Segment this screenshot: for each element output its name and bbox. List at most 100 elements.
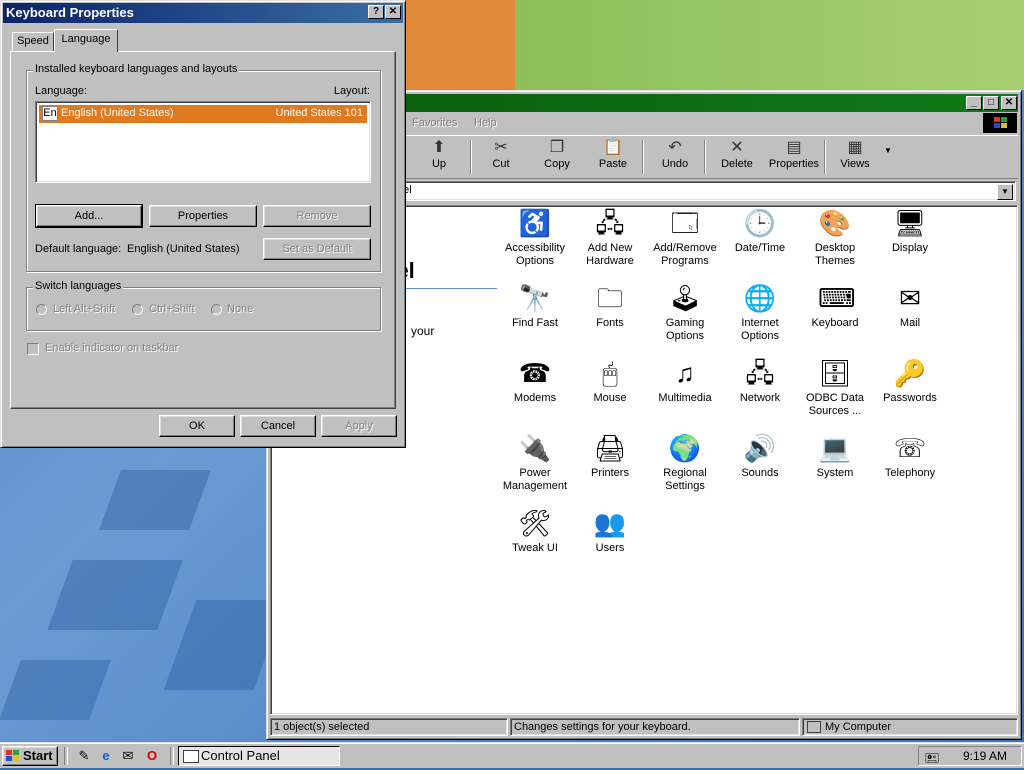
up-folder-icon: ⬆ (432, 139, 446, 156)
item-label: Keyboard (811, 317, 859, 329)
control-panel-item-internet[interactable]: 🌐 Internet Options (722, 281, 798, 343)
item-label: Multimedia (658, 392, 712, 404)
start-button[interactable]: Start (2, 746, 58, 766)
item-label: Mail (899, 317, 921, 329)
control-panel-item-mail[interactable]: ✉ Mail (872, 281, 948, 330)
set-as-default-button[interactable]: Set as Default (263, 238, 371, 260)
tab-speed[interactable]: Speed (12, 32, 54, 51)
copy-icon: ❐ (549, 139, 565, 156)
control-panel-item-network[interactable]: 🖧 Network (722, 356, 798, 405)
item-label: Options (741, 330, 779, 342)
dialog-close-button[interactable]: ✕ (385, 5, 401, 19)
toolbar-views-button[interactable]: ▦ Views (830, 138, 880, 170)
toolbar-paste-button[interactable]: 📋 Paste (588, 138, 638, 170)
ok-button[interactable]: OK (159, 415, 235, 437)
toolbar-label: Delete (721, 158, 753, 170)
list-item[interactable]: En English (United States) United States… (39, 105, 367, 123)
maximize-button[interactable]: □ (983, 96, 999, 110)
control-panel-item-gaming[interactable]: 🕹 Gaming Options (647, 281, 723, 343)
control-panel-item-add-remove[interactable]: 🗔 Add/Remove Programs (647, 206, 723, 268)
toolbar-cut-button[interactable]: ✂ Cut (476, 138, 526, 170)
display-icon: 🖥 (893, 208, 927, 238)
control-panel-item-mouse[interactable]: 🖱 Mouse (572, 356, 648, 405)
control-panel-item-multimedia[interactable]: ♫ Multimedia (647, 356, 723, 405)
item-label: Regional (663, 467, 707, 479)
toolbar-copy-button[interactable]: ❐ Copy (532, 138, 582, 170)
clock[interactable]: 9:19 AM (963, 749, 1007, 763)
control-panel-item-printers[interactable]: 🖨 Printers (572, 431, 648, 480)
outlook-express-icon[interactable]: ✉ (120, 748, 136, 764)
binoculars-icon: 🔭 (518, 283, 552, 313)
taskbar-separator (170, 747, 174, 765)
opera-icon[interactable]: O (144, 748, 160, 764)
control-panel-item-tweak-ui[interactable]: 🛠 Tweak UI (497, 506, 573, 555)
toolbar-up-button[interactable]: ⬆ Up (414, 138, 464, 170)
help-button[interactable]: ? (368, 5, 384, 19)
language-column-header: Language: (35, 85, 87, 97)
users-icon: 👥 (593, 508, 627, 538)
taskbar-control-panel-button[interactable]: Control Panel (178, 746, 340, 766)
internet-explorer-icon[interactable]: e (98, 748, 114, 764)
menu-favorites[interactable]: Favorites (412, 117, 457, 129)
apply-button[interactable]: Apply (321, 415, 397, 437)
item-label: Add New (587, 242, 633, 254)
list-item-language: English (United States) (61, 107, 174, 119)
cancel-button[interactable]: Cancel (240, 415, 316, 437)
toolbar-properties-button[interactable]: ▤ Properties (764, 138, 824, 170)
control-panel-item-users[interactable]: 👥 Users (572, 506, 648, 555)
radio-none-label: None (227, 303, 254, 315)
control-panel-item-sounds[interactable]: 🔊 Sounds (722, 431, 798, 480)
enable-indicator-checkbox[interactable] (27, 343, 39, 355)
item-label: Hardware (586, 255, 634, 267)
scissors-icon: ✂ (494, 139, 508, 156)
toolbar-label: Paste (598, 158, 628, 170)
control-panel-item-add-new[interactable]: 🖧 Add New Hardware (572, 206, 648, 268)
minimize-button[interactable]: _ (966, 96, 982, 110)
menu-help[interactable]: Help (474, 117, 497, 129)
toolbar-delete-button[interactable]: ✕ Delete (712, 138, 762, 170)
control-panel-item-regional[interactable]: 🌍 Regional Settings (647, 431, 723, 493)
telephone-icon: ☏ (893, 433, 927, 463)
control-panel-item-date-time[interactable]: 🕒 Date/Time (722, 206, 798, 255)
layout-column-header: Layout: (333, 85, 370, 97)
dialog-title: Keyboard Properties (6, 5, 134, 20)
volume-tray-icon[interactable]: 🖭 (925, 749, 939, 770)
remove-button[interactable]: Remove (263, 205, 371, 227)
item-label: Add/Remove (653, 242, 717, 254)
control-panel-item-keyboard[interactable]: ⌨ Keyboard (797, 281, 873, 330)
control-panel-item-telephony[interactable]: ☏ Telephony (872, 431, 948, 480)
control-panel-item-desktop[interactable]: 🎨 Desktop Themes (797, 206, 873, 268)
show-desktop-icon[interactable]: ✎ (76, 748, 92, 764)
add-button[interactable]: Add... (35, 204, 143, 228)
control-panel-item-odbc-data[interactable]: 🗄 ODBC Data Sources ... (797, 356, 873, 418)
languages-listbox[interactable]: En English (United States) United States… (35, 101, 371, 183)
control-panel-item-passwords[interactable]: 🔑 Passwords (872, 356, 948, 405)
globe-icon: 🌐 (743, 283, 777, 313)
control-panel-item-find-fast[interactable]: 🔭 Find Fast (497, 281, 573, 330)
toolbar-label: Up (431, 158, 447, 170)
keys-icon: 🔑 (893, 358, 927, 388)
windows-logo-icon (983, 113, 1017, 133)
control-panel-item-display[interactable]: 🖥 Display (872, 206, 948, 255)
control-panel-item-system[interactable]: 💻 System (797, 431, 873, 480)
control-panel-item-power[interactable]: 🔌 Power Management (497, 431, 573, 493)
keyboard-properties-dialog: Keyboard Properties ? ✕ Speed Language I… (0, 0, 406, 448)
control-panel-item-fonts[interactable]: 🗀 Fonts (572, 281, 648, 330)
properties-icon: ▤ (786, 139, 802, 156)
toolbar-label: Undo (661, 158, 689, 170)
close-button[interactable]: ✕ (1001, 96, 1017, 110)
address-dropdown-button[interactable]: ▼ (997, 184, 1013, 200)
properties-button[interactable]: Properties (149, 205, 257, 227)
views-dropdown-icon[interactable]: ▼ (884, 146, 892, 155)
control-panel-item-accessibility[interactable]: ♿ Accessibility Options (497, 206, 573, 268)
control-panel-item-modems[interactable]: ☎ Modems (497, 356, 573, 405)
tab-language[interactable]: Language (54, 29, 118, 52)
radio-left-alt-shift[interactable] (36, 304, 47, 315)
odbc-icon: 🗄 (818, 358, 852, 388)
radio-none[interactable] (211, 304, 222, 315)
dialog-titlebar[interactable]: Keyboard Properties ? ✕ (3, 3, 403, 23)
item-label: Display (891, 242, 929, 254)
radio-ctrl-shift[interactable] (132, 304, 143, 315)
toolbar-undo-button[interactable]: ↶ Undo (650, 138, 700, 170)
item-label: Mouse (593, 392, 627, 404)
